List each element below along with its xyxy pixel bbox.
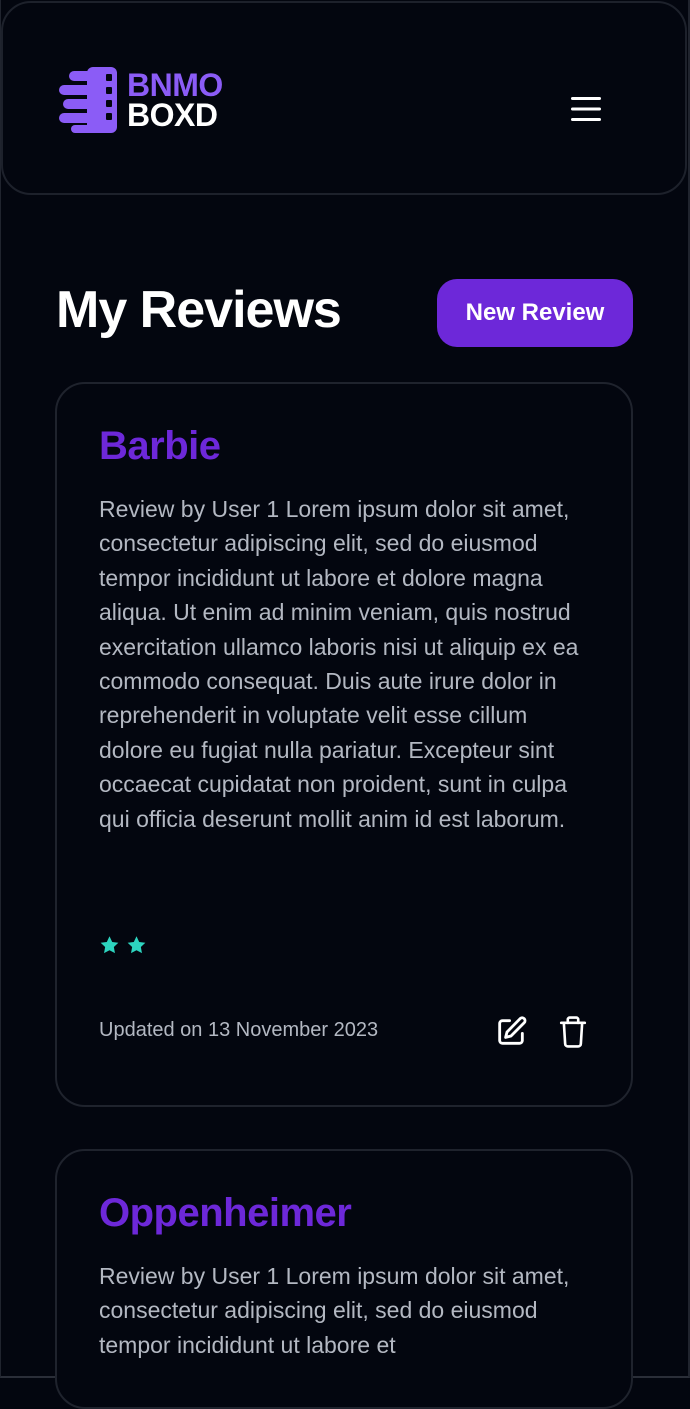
review-card: Barbie Review by User 1 Lorem ipsum dolo…	[55, 382, 633, 1107]
film-logo-icon	[59, 67, 117, 133]
hamburger-menu-icon	[571, 97, 601, 121]
review-card: Oppenheimer Review by User 1 Lorem ipsum…	[55, 1149, 633, 1409]
logo-link[interactable]: BNMO BOXD	[59, 65, 223, 135]
edit-review-button[interactable]	[493, 1014, 529, 1050]
page-title: My Reviews	[56, 281, 342, 339]
review-title[interactable]: Oppenheimer	[99, 1187, 352, 1239]
logo-wordmark: BNMO BOXD	[127, 67, 223, 133]
menu-button[interactable]	[563, 89, 609, 129]
delete-review-button[interactable]	[555, 1014, 591, 1050]
star-icon	[100, 936, 119, 954]
trash-icon	[559, 1016, 587, 1048]
review-body: Review by User 1 Lorem ipsum dolor sit a…	[99, 496, 579, 832]
new-review-button[interactable]: New Review	[437, 279, 633, 347]
logo-text-line-1: BNMO	[127, 67, 223, 103]
star-icon	[127, 936, 146, 954]
edit-icon	[498, 1016, 527, 1045]
star-rating	[99, 935, 147, 955]
top-navbar: BNMO BOXD	[1, 1, 687, 195]
review-body: Review by User 1 Lorem ipsum dolor sit a…	[99, 1263, 570, 1358]
logo-text-line-2: BOXD	[127, 97, 218, 133]
updated-date: Updated on 13 November 2023	[99, 1019, 379, 1041]
review-title[interactable]: Barbie	[99, 420, 221, 472]
